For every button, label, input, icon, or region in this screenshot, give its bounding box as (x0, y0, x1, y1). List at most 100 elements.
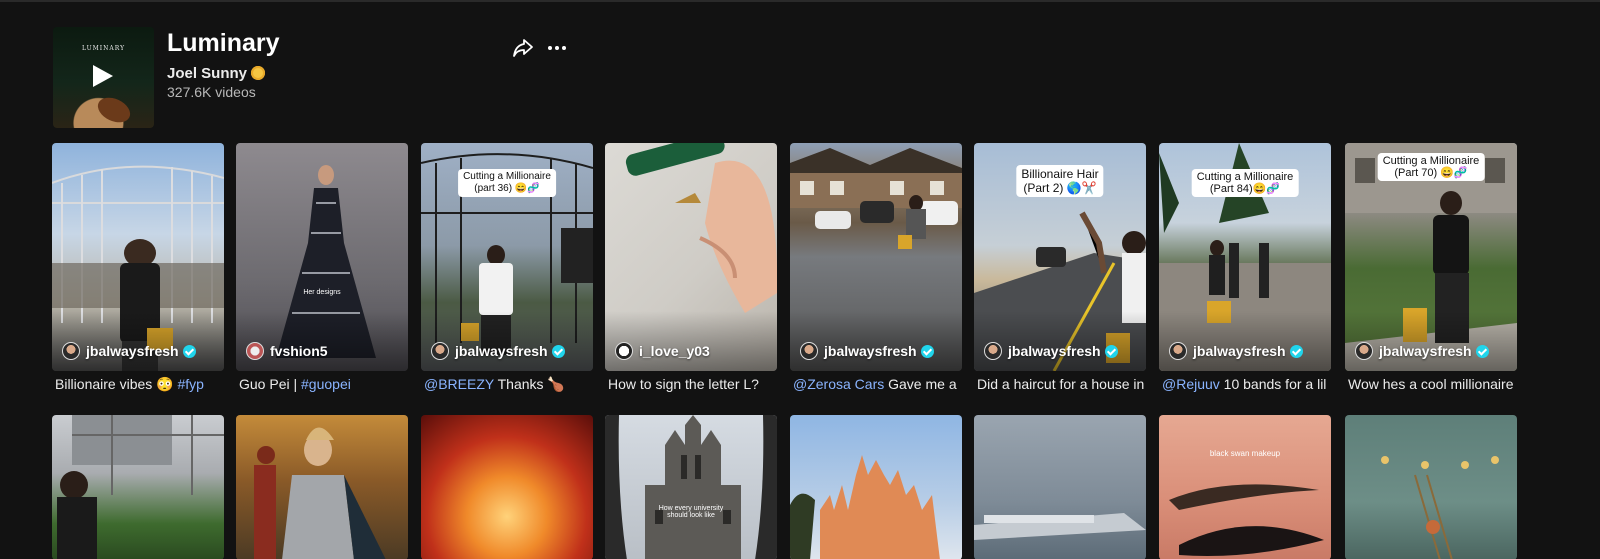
video-card[interactable] (52, 415, 224, 559)
video-thumbnail[interactable]: Cutting a Millionaire (Part 70) 😄🧬 jbalw… (1345, 143, 1517, 371)
video-author[interactable]: fvshion5 (246, 341, 328, 361)
playlist-title: Luminary (167, 29, 280, 57)
video-card[interactable]: Cutting a Millionaire (Part 84)😄🧬 jbalwa… (1159, 143, 1331, 392)
author-avatar[interactable] (615, 342, 633, 360)
author-name[interactable]: fvshion5 (270, 343, 328, 359)
author-avatar[interactable] (1169, 342, 1187, 360)
video-caption[interactable]: @BREEZY Thanks 🍗 (424, 376, 596, 393)
video-card[interactable]: Her designs fvshion5 Guo Pei | #guopei (236, 143, 408, 392)
author-name[interactable]: jbalwaysfresh (1379, 343, 1472, 359)
video-thumbnail[interactable] (974, 415, 1146, 559)
video-author[interactable]: jbalwaysfresh (800, 341, 934, 361)
video-card[interactable]: Billionaire Hair (Part 2) 🌎✂️ jbalwaysfr… (974, 143, 1146, 392)
caption-mention[interactable]: @Rejuuv (1162, 376, 1220, 392)
video-author[interactable]: jbalwaysfresh (431, 341, 565, 361)
caption-text: Wow hes a cool millionaire (1348, 376, 1514, 392)
video-count: 327.6K videos (167, 84, 256, 100)
eye-makeup-illustration (1169, 484, 1324, 556)
top-divider (0, 0, 1600, 2)
video-caption[interactable]: Billionaire vibes 😳 #fyp (55, 376, 227, 393)
author-avatar[interactable] (1355, 342, 1373, 360)
video-card[interactable] (974, 415, 1146, 559)
verified-icon (1475, 344, 1489, 358)
video-thumbnail[interactable]: Billionaire Hair (Part 2) 🌎✂️ jbalwaysfr… (974, 143, 1146, 371)
video-thumbnail[interactable] (790, 415, 962, 559)
caption-mention[interactable]: @Zerosa Cars (793, 376, 884, 392)
playlist-cover[interactable]: LUMINARY (53, 27, 154, 128)
video-thumbnail[interactable]: Cutting a Millionaire (Part 84)😄🧬 jbalwa… (1159, 143, 1331, 371)
video-caption[interactable]: Wow hes a cool millionaire (1348, 376, 1520, 392)
video-card[interactable]: jbalwaysfresh Billionaire vibes 😳 #fyp (52, 143, 224, 392)
ship-illustration (974, 513, 1146, 540)
duomo-illustration (790, 455, 940, 559)
author-avatar[interactable] (246, 342, 264, 360)
more-icon[interactable] (545, 37, 569, 59)
video-author[interactable]: jbalwaysfresh (1169, 341, 1303, 361)
video-thumbnail[interactable] (421, 415, 593, 559)
library-illustration (1381, 456, 1499, 559)
video-caption[interactable]: @Rejuuv 10 bands for a lil (1162, 376, 1334, 392)
caption-text: Billionaire vibes 😳 (55, 376, 178, 392)
video-thumbnail[interactable] (1345, 415, 1517, 559)
video-caption[interactable]: Guo Pei | #guopei (239, 376, 411, 392)
author-avatar[interactable] (431, 342, 449, 360)
video-author[interactable]: i_love_y03 (615, 341, 710, 361)
video-thumbnail[interactable]: How every university should look like (605, 415, 777, 559)
author-name[interactable]: jbalwaysfresh (86, 343, 179, 359)
caption-hashtag[interactable]: #fyp (177, 376, 203, 392)
verified-icon (1104, 344, 1118, 358)
author-avatar[interactable] (800, 342, 818, 360)
video-caption[interactable]: How to sign the letter L? (608, 376, 780, 392)
playlist-artist[interactable]: Joel Sunny (167, 65, 266, 82)
overlay-line: Billionaire Hair (Part 2) 🌎✂️ (1021, 167, 1099, 195)
author-avatar[interactable] (62, 342, 80, 360)
knight-illustration (254, 427, 386, 559)
video-author[interactable]: jbalwaysfresh (62, 341, 196, 361)
video-card[interactable]: How every university should look like (605, 415, 777, 559)
video-thumbnail[interactable]: Cutting a Millionaire (part 36) 😄🧬 jbalw… (421, 143, 593, 371)
video-overlay-label: Cutting a Millionaire (Part 70) 😄🧬 (1377, 153, 1485, 181)
author-name[interactable]: i_love_y03 (639, 343, 710, 359)
video-caption[interactable]: Did a haircut for a house in (977, 376, 1149, 392)
author-avatar[interactable] (984, 342, 1002, 360)
video-thumbnail[interactable] (236, 415, 408, 559)
caption-text: Did a haircut for a house in (977, 376, 1145, 392)
video-thumbnail[interactable]: Her designs fvshion5 (236, 143, 408, 371)
verified-icon (182, 344, 196, 358)
artist-name[interactable]: Joel Sunny (167, 65, 247, 82)
caption-mention[interactable]: @BREEZY (424, 376, 494, 392)
video-card[interactable] (421, 415, 593, 559)
sun-emoji-icon (251, 66, 266, 80)
overlay-line: Cutting a Millionaire (Part 70) 😄🧬 (1382, 155, 1480, 179)
video-overlay-text: Her designs (303, 289, 341, 296)
video-author[interactable]: jbalwaysfresh (984, 341, 1118, 361)
author-name[interactable]: jbalwaysfresh (1193, 343, 1286, 359)
video-thumbnail[interactable]: black swan makeup (1159, 415, 1331, 559)
video-thumbnail[interactable]: i_love_y03 (605, 143, 777, 371)
video-card[interactable]: Cutting a Millionaire (part 36) 😄🧬 jbalw… (421, 143, 593, 392)
author-name[interactable]: jbalwaysfresh (1008, 343, 1101, 359)
video-thumbnail[interactable]: jbalwaysfresh (790, 143, 962, 371)
video-card[interactable]: Cutting a Millionaire (Part 70) 😄🧬 jbalw… (1345, 143, 1517, 392)
factory-illustration (57, 415, 224, 559)
verified-icon (551, 344, 565, 358)
video-card[interactable]: jbalwaysfresh @Zerosa Cars Gave me a (790, 143, 962, 392)
video-caption[interactable]: @Zerosa Cars Gave me a (793, 376, 965, 392)
author-name[interactable]: jbalwaysfresh (824, 343, 917, 359)
video-card[interactable] (790, 415, 962, 559)
author-name[interactable]: jbalwaysfresh (455, 343, 548, 359)
video-card[interactable]: i_love_y03 How to sign the letter L? (605, 143, 777, 392)
play-icon[interactable] (93, 65, 113, 87)
video-card[interactable] (1345, 415, 1517, 559)
video-thumbnail[interactable] (52, 415, 224, 559)
video-author[interactable]: jbalwaysfresh (1355, 341, 1489, 361)
video-card[interactable] (236, 415, 408, 559)
caption-text: Gave me a (884, 376, 957, 392)
playlist-header: LUMINARY Luminary Joel Sunny 327.6K vide… (53, 27, 613, 128)
video-card[interactable]: black swan makeup (1159, 415, 1331, 559)
caption-hashtag[interactable]: #guopei (301, 376, 351, 392)
video-thumbnail[interactable]: jbalwaysfresh (52, 143, 224, 371)
overlay-line: Cutting a Millionaire (Part 84)😄🧬 (1196, 171, 1294, 195)
share-icon[interactable] (511, 37, 535, 59)
verified-icon (1289, 344, 1303, 358)
